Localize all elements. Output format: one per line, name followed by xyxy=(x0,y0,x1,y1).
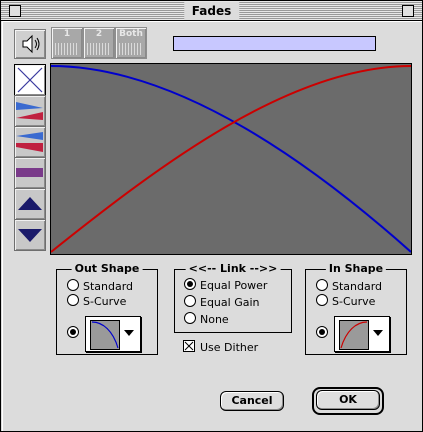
fade-in-preset-button[interactable] xyxy=(14,126,46,158)
check-x-icon xyxy=(184,341,194,351)
radio-button[interactable] xyxy=(316,326,328,338)
radio-label: Equal Power xyxy=(200,279,268,292)
speaker-icon xyxy=(22,34,40,54)
use-dither-checkbox[interactable]: Use Dither xyxy=(183,340,258,354)
use-dither-label: Use Dither xyxy=(200,341,259,354)
triangle-up-icon xyxy=(18,197,42,210)
radio-label: Standard xyxy=(83,280,134,293)
speaker-button[interactable] xyxy=(14,29,46,59)
in-shape-thumbnail xyxy=(339,320,369,350)
radio-label: None xyxy=(200,313,229,326)
link-none-radio[interactable]: None xyxy=(184,312,229,326)
waveform-icon xyxy=(55,43,77,55)
channel-both-button[interactable]: Both xyxy=(115,27,147,59)
out-shape-title: Out Shape xyxy=(71,262,143,275)
selection-ruler[interactable] xyxy=(173,36,376,51)
zoom-box[interactable] xyxy=(402,5,414,17)
fade-curves xyxy=(50,65,412,253)
out-shape-standard-radio[interactable]: Standard xyxy=(67,279,133,293)
channel-2-button[interactable]: 2 xyxy=(83,27,115,59)
radio-button[interactable] xyxy=(184,312,196,324)
waveform-icon xyxy=(119,43,141,55)
radio-button[interactable] xyxy=(67,294,79,306)
out-shape-group: Out Shape Standard S-Curve xyxy=(56,262,158,355)
link-title: <<-- Link -->> xyxy=(185,262,281,275)
link-equal-gain-radio[interactable]: Equal Gain xyxy=(184,295,260,309)
close-box[interactable] xyxy=(9,5,21,17)
in-shape-group: In Shape Standard S-Curve xyxy=(305,262,407,355)
fade-out-curve xyxy=(50,65,412,253)
reset-button[interactable] xyxy=(14,64,46,96)
dialog-content: 1 2 Both Out Shape Standard S-Curve <<--… xyxy=(2,21,422,431)
channel-both-label: Both xyxy=(119,29,143,39)
flat-preset-button[interactable] xyxy=(14,157,46,189)
waveform-icon xyxy=(87,43,109,55)
radio-label: Standard xyxy=(332,280,383,293)
cancel-button[interactable]: Cancel xyxy=(220,391,284,411)
out-shape-thumbnail xyxy=(90,320,120,350)
channel-2-label: 2 xyxy=(95,29,103,39)
radio-button[interactable] xyxy=(67,326,79,338)
out-shape-popup[interactable] xyxy=(85,316,141,352)
radio-label: S-Curve xyxy=(83,295,127,308)
radio-button[interactable] xyxy=(67,279,79,291)
fades-window: Fades 1 2 Both Out Shape Standard S-Curv… xyxy=(0,0,423,432)
chevron-down-icon xyxy=(373,330,383,336)
title-bar[interactable]: Fades xyxy=(1,1,422,21)
out-shape-s-curve-radio[interactable]: S-Curve xyxy=(67,294,126,308)
fade-in-curve xyxy=(50,65,412,253)
fade-curve-display[interactable] xyxy=(50,63,412,255)
x-icon xyxy=(17,67,43,93)
fade-out-preset-button[interactable] xyxy=(14,95,46,127)
move-up-button[interactable] xyxy=(14,188,46,220)
in-shape-popup[interactable] xyxy=(334,316,390,352)
channel-1-button[interactable]: 1 xyxy=(51,27,83,59)
in-shape-s-curve-radio[interactable]: S-Curve xyxy=(316,294,375,308)
radio-button[interactable] xyxy=(316,279,328,291)
fade-out-wedge-icon xyxy=(16,102,43,120)
in-shape-custom-radio[interactable] xyxy=(316,326,332,340)
ok-default-ring: OK xyxy=(312,387,384,415)
in-shape-standard-radio[interactable]: Standard xyxy=(316,279,382,293)
chevron-down-icon xyxy=(124,330,134,336)
link-group: <<-- Link -->> Equal Power Equal Gain No… xyxy=(174,262,292,333)
flat-bar-icon xyxy=(16,168,43,177)
checkbox[interactable] xyxy=(183,340,195,352)
radio-button[interactable] xyxy=(184,278,196,290)
radio-label: S-Curve xyxy=(332,295,376,308)
radio-button[interactable] xyxy=(316,294,328,306)
window-title: Fades xyxy=(183,2,240,20)
ok-button[interactable]: OK xyxy=(316,390,380,410)
radio-button[interactable] xyxy=(184,295,196,307)
in-shape-title: In Shape xyxy=(325,262,387,275)
fade-in-wedge-icon xyxy=(16,132,43,152)
triangle-down-icon xyxy=(18,229,42,242)
channel-1-label: 1 xyxy=(63,29,71,39)
move-down-button[interactable] xyxy=(14,219,46,251)
out-shape-custom-radio[interactable] xyxy=(67,326,83,340)
link-equal-power-radio[interactable]: Equal Power xyxy=(184,278,267,292)
radio-label: Equal Gain xyxy=(200,296,260,309)
